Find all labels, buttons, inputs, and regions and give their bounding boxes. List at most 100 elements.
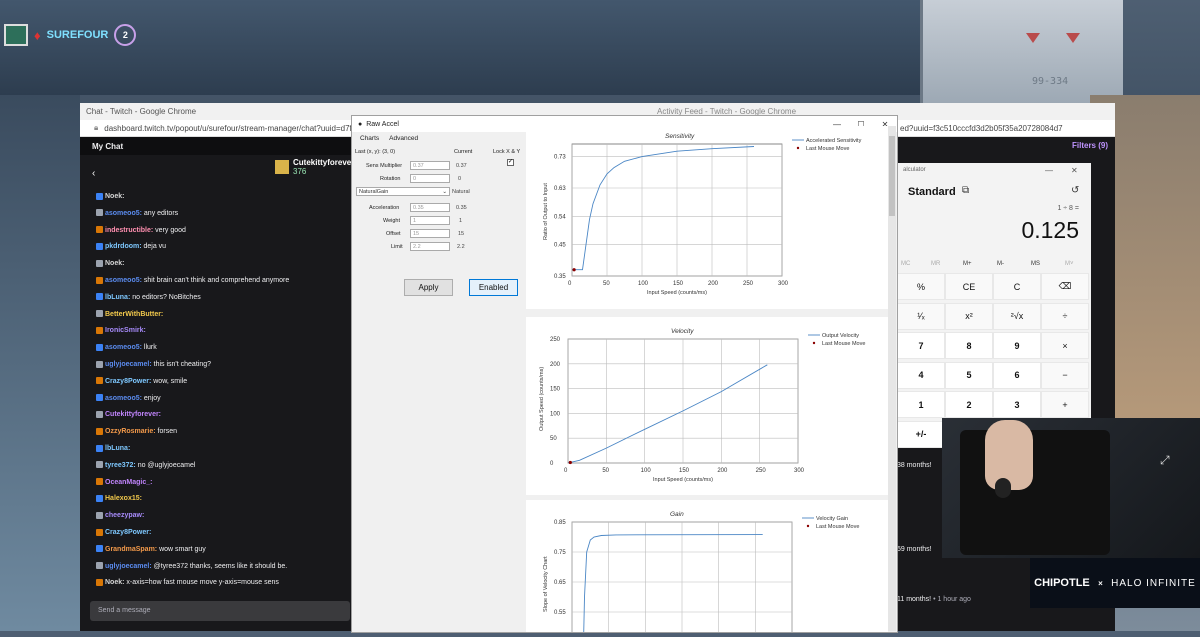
calc-key-square[interactable]: x² xyxy=(945,302,993,330)
calc-key-1[interactable]: 1 xyxy=(897,391,945,418)
apply-button[interactable]: Apply xyxy=(404,279,453,296)
chat-badge-icon xyxy=(96,209,103,217)
y-tick-label: 50 xyxy=(550,436,557,442)
lock-xy-checkbox[interactable]: ✓ xyxy=(507,159,514,166)
chat-username[interactable]: uglyjoecamel: xyxy=(105,361,152,368)
raw-accel-scrollbar[interactable] xyxy=(888,126,896,631)
chat-username[interactable]: lbLuna: xyxy=(105,445,130,452)
calc-key-8[interactable]: 8 xyxy=(945,332,993,359)
y-tick-label: 0.75 xyxy=(554,550,566,556)
calc-key-backspace[interactable]: ⌫ xyxy=(1041,273,1089,300)
x-tick-label: 0 xyxy=(568,281,572,287)
chat-username[interactable]: asomeoo5: xyxy=(105,277,142,284)
memory-list-button[interactable]: M˅ xyxy=(1065,261,1074,267)
limit-input[interactable]: 2.2 xyxy=(410,242,450,251)
calc-key-2[interactable]: 2 xyxy=(945,391,993,418)
scrollbar-thumb[interactable] xyxy=(889,136,895,216)
chat-text: no editors? NoBitches xyxy=(130,293,201,301)
chat-username[interactable]: tyree372: xyxy=(105,462,136,469)
x-tick-label: 150 xyxy=(679,468,690,474)
memory-subtract-button[interactable]: M- xyxy=(997,261,1004,267)
calc-key-ce[interactable]: CE xyxy=(945,273,993,300)
memory-store-button[interactable]: MS xyxy=(1031,261,1040,267)
chat-badge-icon xyxy=(96,192,103,200)
calc-key-sqrt[interactable]: ²√x xyxy=(993,302,1041,330)
chat-username[interactable]: BetterWithButter: xyxy=(105,311,163,318)
chat-input[interactable]: Send a message xyxy=(90,601,350,621)
history-icon[interactable]: ↺ xyxy=(1071,185,1079,196)
lock-icon: 🔒︎ xyxy=(94,123,99,132)
calc-key-4[interactable]: 4 xyxy=(897,361,945,389)
y-tick-label: 0.73 xyxy=(554,155,566,161)
chat-badge-icon xyxy=(96,276,103,284)
calc-key-minus[interactable]: − xyxy=(1041,361,1089,389)
chat-badge-icon xyxy=(96,578,103,586)
chat-username[interactable]: lbLuna: xyxy=(105,294,130,301)
param-label: Limit xyxy=(391,244,403,250)
calc-key-negate[interactable]: +/- xyxy=(897,420,945,448)
acceleration-input[interactable]: 0.35 xyxy=(410,203,450,212)
chat-username[interactable]: asomeoo5: xyxy=(105,344,142,351)
calc-key-5[interactable]: 5 xyxy=(945,361,993,389)
rotation-input[interactable]: 0 xyxy=(410,174,450,183)
calc-key-percent[interactable]: % xyxy=(897,273,945,300)
calc-key-7[interactable]: 7 xyxy=(897,332,945,359)
chat-username[interactable]: IronicSmirk: xyxy=(105,327,146,334)
calc-key-plus[interactable]: + xyxy=(1041,391,1089,418)
enabled-button[interactable]: Enabled xyxy=(469,279,518,296)
calc-key-reciprocal[interactable]: ¹⁄ₓ xyxy=(897,302,945,330)
calc-key-c[interactable]: C xyxy=(993,273,1041,300)
current-header: Current xyxy=(454,149,473,155)
calc-key-multiply[interactable]: × xyxy=(1041,332,1089,359)
accel-type-select[interactable]: NaturalGain ⌄ xyxy=(356,187,450,196)
gift-count: 376 xyxy=(293,167,307,176)
calc-key-divide[interactable]: ÷ xyxy=(1041,302,1089,330)
chat-username[interactable]: indestructible: xyxy=(105,227,153,234)
calc-key-6[interactable]: 6 xyxy=(993,361,1041,389)
menu-charts[interactable]: Charts xyxy=(360,135,379,142)
chat-badge-icon xyxy=(96,360,103,368)
memory-clear-button[interactable]: MC xyxy=(901,261,910,267)
chat-username[interactable]: asomeoo5: xyxy=(105,210,142,217)
menu-advanced[interactable]: Advanced xyxy=(389,135,418,142)
memory-recall-button[interactable]: MR xyxy=(931,261,940,267)
chat-username[interactable]: Noek: xyxy=(105,579,124,586)
chat-username[interactable]: pkdrdoom: xyxy=(105,243,142,250)
calculator-window: alculator — ✕ Standard ⧉ ↺ 1 ÷ 8 = 0.125… xyxy=(895,163,1091,448)
keep-on-top-icon[interactable]: ⧉ xyxy=(962,185,969,196)
y-tick-label: 150 xyxy=(550,387,561,393)
chat-username[interactable]: Crazy8Power: xyxy=(105,378,151,385)
chat-badge-icon xyxy=(96,478,103,486)
chat-username[interactable]: Crazy8Power: xyxy=(105,529,151,536)
x-tick-label: 300 xyxy=(778,281,789,287)
chat-username[interactable]: OceanMagic_: xyxy=(105,479,152,486)
chat-username[interactable]: OzzyRosmarie: xyxy=(105,428,156,435)
chat-message: OceanMagic_: xyxy=(96,475,351,492)
calculator-close-button[interactable]: ✕ xyxy=(1071,166,1078,175)
chat-username[interactable]: Cutekittyforever: xyxy=(105,411,161,418)
chat-username[interactable]: uglyjoecamel: xyxy=(105,563,152,570)
weight-input[interactable]: 1 xyxy=(410,216,450,225)
chat-message: asomeoo5: shit brain can't think and com… xyxy=(96,273,351,290)
back-icon[interactable]: ‹ xyxy=(92,168,95,179)
param-current: 1 xyxy=(459,218,463,224)
chat-username[interactable]: cheezypaw: xyxy=(105,512,144,519)
expand-icon[interactable]: ⤢ xyxy=(1160,453,1170,468)
memory-add-button[interactable]: M+ xyxy=(963,261,972,267)
chat-username[interactable]: asomeoo5: xyxy=(105,395,142,402)
chat-badge-icon xyxy=(96,310,103,318)
offset-input[interactable]: 15 xyxy=(410,229,450,238)
calc-key-3[interactable]: 3 xyxy=(993,391,1041,418)
gift-icon xyxy=(275,160,289,174)
last-mouse-move-point xyxy=(572,268,576,272)
calc-key-9[interactable]: 9 xyxy=(993,332,1041,359)
calculator-minimize-button[interactable]: — xyxy=(1045,166,1053,175)
chat-username[interactable]: GrandmaSpam: xyxy=(105,546,157,553)
chat-message: Crazy8Power: wow, smile xyxy=(96,374,351,391)
level-badge: 2 xyxy=(114,24,137,46)
chat-username[interactable]: Noek: xyxy=(105,193,124,200)
chat-username[interactable]: Halexox15: xyxy=(105,495,142,502)
activity-filters-button[interactable]: Filters (9) xyxy=(1072,141,1108,150)
sens-multiplier-input[interactable]: 0.37 xyxy=(410,161,450,170)
chat-username[interactable]: Noek: xyxy=(105,260,124,267)
